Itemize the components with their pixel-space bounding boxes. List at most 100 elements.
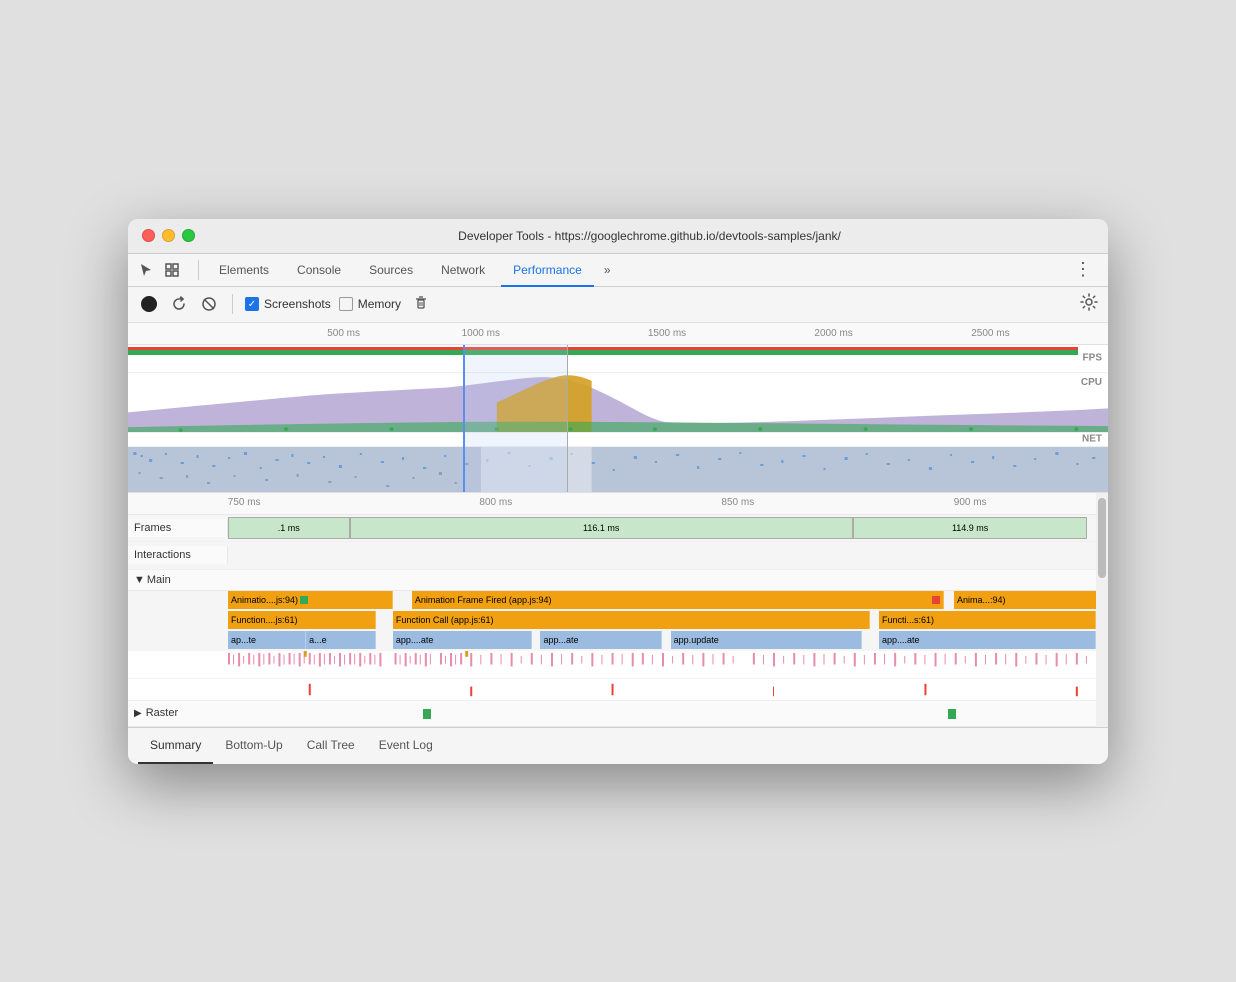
- cursor-icon[interactable]: [136, 260, 156, 280]
- raster-triangle: ▶: [134, 708, 142, 719]
- main-ruler-850: 850 ms: [721, 497, 754, 508]
- timeline-ruler: 500 ms 1000 ms 1500 ms 2000 ms 2500 ms: [128, 323, 1108, 345]
- cpu-chart: [128, 373, 1108, 432]
- main-timeline: 750 ms 800 ms 850 ms 900 ms Frames .1 ms…: [128, 493, 1108, 727]
- minimize-button[interactable]: [162, 229, 175, 242]
- main-ruler-800: 800 ms: [479, 497, 512, 508]
- maximize-button[interactable]: [182, 229, 195, 242]
- screenshots-row: [128, 447, 1108, 493]
- flame-app-5[interactable]: app.update: [671, 631, 862, 649]
- ruler-tick-2500: 2500 ms: [971, 328, 1009, 339]
- cpu-row: CPU: [128, 373, 1108, 433]
- flame-animation-3[interactable]: Anima...:94): [954, 591, 1108, 609]
- flame-animation-2[interactable]: Animation Frame Fired (app.js:94): [412, 591, 944, 609]
- ruler-tick-2000: 2000 ms: [814, 328, 852, 339]
- flame-app-3[interactable]: app....ate: [393, 631, 532, 649]
- clear-button[interactable]: [413, 295, 429, 314]
- flame-animation-1[interactable]: Animatio....js:94): [228, 591, 393, 609]
- flame-row-1: Animatio....js:94) Animation Frame Fired…: [128, 591, 1096, 611]
- tab-sources[interactable]: Sources: [357, 255, 425, 287]
- tab-console[interactable]: Console: [285, 255, 353, 287]
- title-bar: Developer Tools - https://googlechrome.g…: [128, 219, 1108, 254]
- flame-function-1[interactable]: Function....js:61): [228, 611, 376, 629]
- screenshots-label: Screenshots: [264, 297, 331, 311]
- tab-bar: Elements Console Sources Network Perform…: [128, 254, 1108, 287]
- tab-bottom-up[interactable]: Bottom-Up: [213, 728, 294, 764]
- main-section-label: Main: [147, 574, 171, 586]
- detail-row-1: [128, 651, 1096, 679]
- main-section-header[interactable]: ▼ Main: [128, 570, 1096, 591]
- tab-divider: [198, 260, 199, 280]
- frames-label: Frames: [128, 519, 228, 537]
- tab-network[interactable]: Network: [429, 255, 497, 287]
- screenshots-toggle[interactable]: ✓ Screenshots: [245, 297, 331, 311]
- scrollbar-thumb[interactable]: [1098, 498, 1106, 578]
- main-ruler-900: 900 ms: [954, 497, 987, 508]
- fps-green-line: [128, 353, 1078, 355]
- flame-app-4[interactable]: app...ate: [540, 631, 662, 649]
- reload-button[interactable]: [168, 293, 190, 315]
- detail-row-2-content: [228, 679, 1096, 700]
- main-ruler-750: 750 ms: [228, 497, 261, 508]
- tab-elements[interactable]: Elements: [207, 255, 281, 287]
- frame-block-1[interactable]: 116.1 ms: [350, 517, 853, 539]
- tab-performance[interactable]: Performance: [501, 255, 594, 287]
- record-button[interactable]: [138, 293, 160, 315]
- red-indicator: [932, 596, 940, 604]
- main-section-triangle: ▼: [134, 574, 145, 586]
- timeline-content-area: 750 ms 800 ms 850 ms 900 ms Frames .1 ms…: [128, 493, 1096, 727]
- raster-label: Raster: [146, 707, 178, 719]
- flame-function-2[interactable]: Function Call (app.js:61): [393, 611, 870, 629]
- interactions-row: Interactions: [128, 542, 1096, 570]
- stop-button[interactable]: [198, 293, 220, 315]
- flame-row-3: ap...te a...e app....ate app...ate app.u…: [128, 631, 1096, 651]
- toolbar-separator: [232, 294, 233, 314]
- settings-button[interactable]: [1080, 293, 1098, 316]
- scrollbar-track[interactable]: [1096, 493, 1108, 727]
- timeline-overview[interactable]: 500 ms 1000 ms 1500 ms 2000 ms 2500 ms F…: [128, 323, 1108, 493]
- window-title: Developer Tools - https://googlechrome.g…: [205, 229, 1094, 243]
- frame-block-0[interactable]: .1 ms: [228, 517, 350, 539]
- net-row: NET: [128, 433, 1108, 447]
- memory-label: Memory: [358, 297, 401, 311]
- main-ruler: 750 ms 800 ms 850 ms 900 ms: [128, 493, 1096, 515]
- memory-toggle[interactable]: Memory: [339, 297, 401, 311]
- traffic-lights: [142, 229, 195, 242]
- frames-row: Frames .1 ms 116.1 ms 114.9 ms: [128, 515, 1096, 542]
- flame-app-2[interactable]: a...e: [306, 631, 375, 649]
- fps-label: FPS: [1083, 353, 1102, 364]
- close-button[interactable]: [142, 229, 155, 242]
- flame-row-1-content: Animatio....js:94) Animation Frame Fired…: [228, 591, 1108, 611]
- detail-row-2: [128, 679, 1096, 701]
- tab-call-tree[interactable]: Call Tree: [295, 728, 367, 764]
- flame-function-3[interactable]: Functi...s:61): [879, 611, 1096, 629]
- bottom-tab-bar: Summary Bottom-Up Call Tree Event Log: [128, 727, 1108, 764]
- frames-content: .1 ms 116.1 ms 114.9 ms: [228, 515, 1096, 541]
- memory-checkbox[interactable]: [339, 297, 353, 311]
- detail-row-1-content: [228, 651, 1096, 678]
- raster-indicator-1: [423, 709, 431, 719]
- net-label: NET: [1082, 434, 1102, 445]
- inspect-icon[interactable]: [162, 260, 182, 280]
- ruler-tick-500: 500 ms: [327, 328, 360, 339]
- interactions-label: Interactions: [128, 546, 228, 564]
- raster-section[interactable]: ▶ Raster: [128, 701, 1096, 727]
- flame-row-3-content: ap...te a...e app....ate app...ate app.u…: [228, 631, 1096, 651]
- tab-more[interactable]: »: [598, 255, 617, 285]
- green-indicator: [300, 596, 308, 604]
- flame-app-1[interactable]: ap...te: [228, 631, 306, 649]
- tab-icons: [136, 260, 182, 280]
- flame-row-2-content: Function....js:61) Function Call (app.js…: [228, 611, 1096, 631]
- fps-row: FPS: [128, 345, 1108, 373]
- ruler-tick-1000: 1000 ms: [462, 328, 500, 339]
- raster-indicator-2: [948, 709, 956, 719]
- tab-menu-button[interactable]: ⋮: [1066, 255, 1100, 284]
- devtools-window: Developer Tools - https://googlechrome.g…: [128, 219, 1108, 764]
- frame-block-2[interactable]: 114.9 ms: [853, 517, 1087, 539]
- flame-app-6[interactable]: app....ate: [879, 631, 1096, 649]
- tab-event-log[interactable]: Event Log: [367, 728, 445, 764]
- toolbar: ✓ Screenshots Memory: [128, 287, 1108, 323]
- screenshots-chart: [128, 447, 1108, 493]
- tab-summary[interactable]: Summary: [138, 728, 213, 764]
- screenshots-checkbox[interactable]: ✓: [245, 297, 259, 311]
